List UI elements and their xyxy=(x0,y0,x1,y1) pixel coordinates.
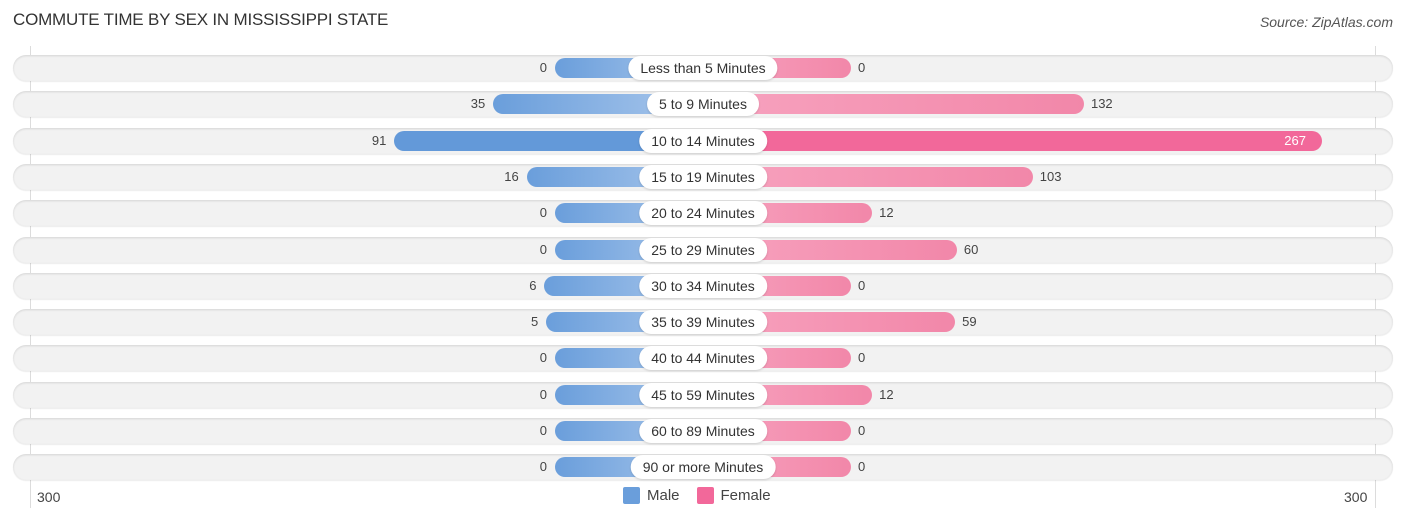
value-label-male: 0 xyxy=(539,459,547,475)
category-label: 45 to 59 Minutes xyxy=(639,382,767,407)
legend: Male Female xyxy=(623,487,788,504)
category-label: 90 or more Minutes xyxy=(630,455,776,480)
value-label-male: 0 xyxy=(539,205,547,221)
value-label-female: 0 xyxy=(858,277,866,293)
value-label-male: 0 xyxy=(539,386,547,402)
value-label-female: 12 xyxy=(879,205,894,221)
value-label-male: 35 xyxy=(470,96,486,112)
legend-swatch-female xyxy=(696,487,714,504)
value-label-male: 91 xyxy=(371,132,387,148)
value-label-female: 12 xyxy=(879,386,894,402)
value-label-male: 16 xyxy=(504,168,519,184)
category-label: 10 to 14 Minutes xyxy=(639,128,767,153)
value-label-male: 0 xyxy=(539,423,547,438)
value-label-female: 0 xyxy=(858,459,866,475)
category-label: 20 to 24 Minutes xyxy=(639,201,767,226)
category-label: 25 to 29 Minutes xyxy=(639,237,767,262)
value-label-male: 0 xyxy=(539,350,547,366)
legend-swatch-male xyxy=(623,487,640,504)
category-label: 30 to 34 Minutes xyxy=(639,273,767,298)
legend-label-male: Male xyxy=(647,487,680,504)
legend-item-female: Female xyxy=(696,487,771,504)
value-label-male: 0 xyxy=(539,60,547,75)
value-label-female: 103 xyxy=(1039,168,1062,184)
axis-tick-right: 300 xyxy=(1344,489,1368,505)
value-label-female: 59 xyxy=(962,314,977,330)
category-label: 60 to 89 Minutes xyxy=(639,419,767,443)
category-label: Less than 5 Minutes xyxy=(628,56,778,80)
legend-item-male: Male xyxy=(623,487,680,504)
value-label-female: 60 xyxy=(963,241,979,257)
category-label: 40 to 44 Minutes xyxy=(639,346,767,371)
category-label: 35 to 39 Minutes xyxy=(639,310,767,335)
axis-tick-left: 300 xyxy=(37,489,61,505)
legend-label-female: Female xyxy=(720,487,771,504)
value-label-female: 0 xyxy=(858,423,866,438)
bar-female xyxy=(703,130,1323,151)
category-label: 5 to 9 Minutes xyxy=(647,92,759,117)
value-label-female: 0 xyxy=(858,350,866,366)
value-label-female: 267 xyxy=(1284,132,1306,148)
bar-female xyxy=(703,94,1084,115)
value-label-male: 0 xyxy=(539,241,547,257)
value-label-male: 5 xyxy=(530,314,539,330)
category-label: 15 to 19 Minutes xyxy=(639,164,767,189)
value-label-female: 0 xyxy=(858,60,866,75)
chart-title: COMMUTE TIME BY SEX IN MISSISSIPPI STATE xyxy=(13,10,389,29)
source-label: Source: ZipAtlas.com xyxy=(1259,14,1393,30)
value-label-female: 132 xyxy=(1090,96,1113,112)
value-label-male: 6 xyxy=(529,277,537,293)
